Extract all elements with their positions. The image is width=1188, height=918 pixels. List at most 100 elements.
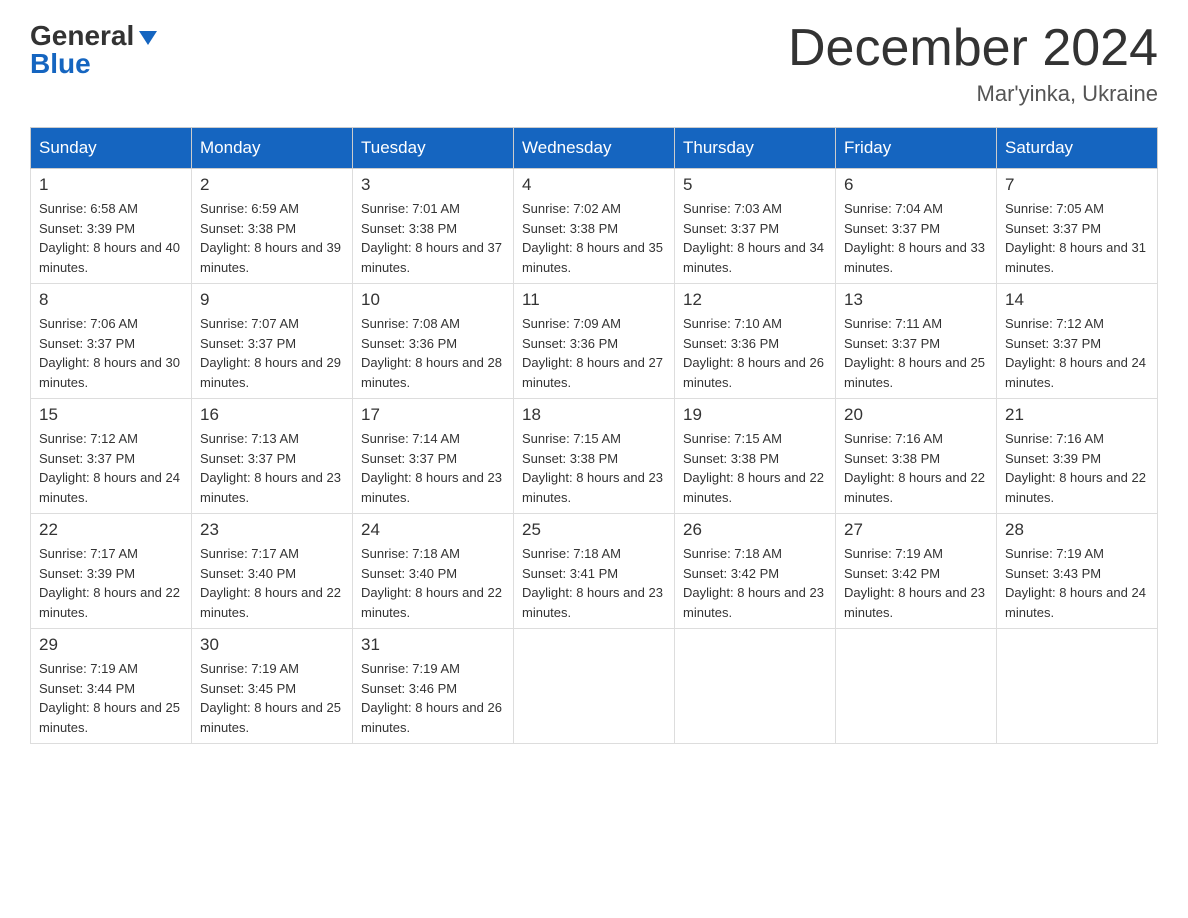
day-info: Sunrise: 7:01 AM Sunset: 3:38 PM Dayligh… [361, 199, 505, 277]
day-number: 7 [1005, 175, 1149, 195]
day-info: Sunrise: 7:19 AM Sunset: 3:42 PM Dayligh… [844, 544, 988, 622]
calendar-cell: 3 Sunrise: 7:01 AM Sunset: 3:38 PM Dayli… [353, 169, 514, 284]
day-number: 13 [844, 290, 988, 310]
day-info: Sunrise: 7:05 AM Sunset: 3:37 PM Dayligh… [1005, 199, 1149, 277]
day-info: Sunrise: 7:15 AM Sunset: 3:38 PM Dayligh… [683, 429, 827, 507]
calendar-cell: 2 Sunrise: 6:59 AM Sunset: 3:38 PM Dayli… [192, 169, 353, 284]
calendar-cell: 16 Sunrise: 7:13 AM Sunset: 3:37 PM Dayl… [192, 399, 353, 514]
calendar-cell: 30 Sunrise: 7:19 AM Sunset: 3:45 PM Dayl… [192, 629, 353, 744]
day-number: 24 [361, 520, 505, 540]
calendar-cell: 6 Sunrise: 7:04 AM Sunset: 3:37 PM Dayli… [836, 169, 997, 284]
day-info: Sunrise: 7:04 AM Sunset: 3:37 PM Dayligh… [844, 199, 988, 277]
day-info: Sunrise: 7:16 AM Sunset: 3:38 PM Dayligh… [844, 429, 988, 507]
day-info: Sunrise: 7:06 AM Sunset: 3:37 PM Dayligh… [39, 314, 183, 392]
day-info: Sunrise: 6:58 AM Sunset: 3:39 PM Dayligh… [39, 199, 183, 277]
day-number: 22 [39, 520, 183, 540]
col-sunday: Sunday [31, 128, 192, 169]
calendar-cell: 29 Sunrise: 7:19 AM Sunset: 3:44 PM Dayl… [31, 629, 192, 744]
logo-triangle-icon [139, 31, 157, 45]
day-number: 25 [522, 520, 666, 540]
col-saturday: Saturday [997, 128, 1158, 169]
day-info: Sunrise: 6:59 AM Sunset: 3:38 PM Dayligh… [200, 199, 344, 277]
calendar-cell: 5 Sunrise: 7:03 AM Sunset: 3:37 PM Dayli… [675, 169, 836, 284]
day-info: Sunrise: 7:12 AM Sunset: 3:37 PM Dayligh… [39, 429, 183, 507]
day-number: 1 [39, 175, 183, 195]
day-number: 28 [1005, 520, 1149, 540]
calendar-cell [514, 629, 675, 744]
title-section: December 2024 Mar'yinka, Ukraine [788, 20, 1158, 107]
day-number: 16 [200, 405, 344, 425]
day-number: 3 [361, 175, 505, 195]
calendar-cell: 8 Sunrise: 7:06 AM Sunset: 3:37 PM Dayli… [31, 284, 192, 399]
day-info: Sunrise: 7:18 AM Sunset: 3:40 PM Dayligh… [361, 544, 505, 622]
col-monday: Monday [192, 128, 353, 169]
day-number: 5 [683, 175, 827, 195]
day-number: 19 [683, 405, 827, 425]
calendar-table: Sunday Monday Tuesday Wednesday Thursday… [30, 127, 1158, 744]
day-number: 31 [361, 635, 505, 655]
day-number: 26 [683, 520, 827, 540]
day-info: Sunrise: 7:18 AM Sunset: 3:42 PM Dayligh… [683, 544, 827, 622]
day-number: 6 [844, 175, 988, 195]
day-info: Sunrise: 7:03 AM Sunset: 3:37 PM Dayligh… [683, 199, 827, 277]
day-number: 4 [522, 175, 666, 195]
calendar-week-2: 8 Sunrise: 7:06 AM Sunset: 3:37 PM Dayli… [31, 284, 1158, 399]
day-info: Sunrise: 7:13 AM Sunset: 3:37 PM Dayligh… [200, 429, 344, 507]
calendar-week-5: 29 Sunrise: 7:19 AM Sunset: 3:44 PM Dayl… [31, 629, 1158, 744]
day-info: Sunrise: 7:16 AM Sunset: 3:39 PM Dayligh… [1005, 429, 1149, 507]
month-year-title: December 2024 [788, 20, 1158, 77]
day-info: Sunrise: 7:18 AM Sunset: 3:41 PM Dayligh… [522, 544, 666, 622]
calendar-cell: 18 Sunrise: 7:15 AM Sunset: 3:38 PM Dayl… [514, 399, 675, 514]
page-header: General Blue December 2024 Mar'yinka, Uk… [30, 20, 1158, 107]
calendar-cell: 10 Sunrise: 7:08 AM Sunset: 3:36 PM Dayl… [353, 284, 514, 399]
calendar-week-3: 15 Sunrise: 7:12 AM Sunset: 3:37 PM Dayl… [31, 399, 1158, 514]
calendar-cell: 14 Sunrise: 7:12 AM Sunset: 3:37 PM Dayl… [997, 284, 1158, 399]
calendar-cell: 15 Sunrise: 7:12 AM Sunset: 3:37 PM Dayl… [31, 399, 192, 514]
day-info: Sunrise: 7:07 AM Sunset: 3:37 PM Dayligh… [200, 314, 344, 392]
day-number: 18 [522, 405, 666, 425]
calendar-cell: 26 Sunrise: 7:18 AM Sunset: 3:42 PM Dayl… [675, 514, 836, 629]
calendar-cell: 17 Sunrise: 7:14 AM Sunset: 3:37 PM Dayl… [353, 399, 514, 514]
day-number: 27 [844, 520, 988, 540]
calendar-cell [836, 629, 997, 744]
col-wednesday: Wednesday [514, 128, 675, 169]
calendar-cell: 22 Sunrise: 7:17 AM Sunset: 3:39 PM Dayl… [31, 514, 192, 629]
day-number: 17 [361, 405, 505, 425]
logo-blue-text: Blue [30, 48, 91, 80]
calendar-cell: 27 Sunrise: 7:19 AM Sunset: 3:42 PM Dayl… [836, 514, 997, 629]
location-subtitle: Mar'yinka, Ukraine [788, 81, 1158, 107]
calendar-cell: 21 Sunrise: 7:16 AM Sunset: 3:39 PM Dayl… [997, 399, 1158, 514]
day-number: 10 [361, 290, 505, 310]
calendar-cell: 23 Sunrise: 7:17 AM Sunset: 3:40 PM Dayl… [192, 514, 353, 629]
calendar-cell: 12 Sunrise: 7:10 AM Sunset: 3:36 PM Dayl… [675, 284, 836, 399]
calendar-cell: 19 Sunrise: 7:15 AM Sunset: 3:38 PM Dayl… [675, 399, 836, 514]
calendar-cell [997, 629, 1158, 744]
day-info: Sunrise: 7:19 AM Sunset: 3:45 PM Dayligh… [200, 659, 344, 737]
day-info: Sunrise: 7:17 AM Sunset: 3:40 PM Dayligh… [200, 544, 344, 622]
day-number: 15 [39, 405, 183, 425]
day-number: 14 [1005, 290, 1149, 310]
calendar-header-row: Sunday Monday Tuesday Wednesday Thursday… [31, 128, 1158, 169]
calendar-cell: 24 Sunrise: 7:18 AM Sunset: 3:40 PM Dayl… [353, 514, 514, 629]
day-info: Sunrise: 7:02 AM Sunset: 3:38 PM Dayligh… [522, 199, 666, 277]
logo: General Blue [30, 20, 157, 80]
calendar-cell: 20 Sunrise: 7:16 AM Sunset: 3:38 PM Dayl… [836, 399, 997, 514]
calendar-cell: 7 Sunrise: 7:05 AM Sunset: 3:37 PM Dayli… [997, 169, 1158, 284]
day-info: Sunrise: 7:12 AM Sunset: 3:37 PM Dayligh… [1005, 314, 1149, 392]
day-info: Sunrise: 7:09 AM Sunset: 3:36 PM Dayligh… [522, 314, 666, 392]
calendar-week-1: 1 Sunrise: 6:58 AM Sunset: 3:39 PM Dayli… [31, 169, 1158, 284]
day-number: 11 [522, 290, 666, 310]
day-info: Sunrise: 7:14 AM Sunset: 3:37 PM Dayligh… [361, 429, 505, 507]
calendar-cell: 1 Sunrise: 6:58 AM Sunset: 3:39 PM Dayli… [31, 169, 192, 284]
day-number: 2 [200, 175, 344, 195]
calendar-cell [675, 629, 836, 744]
day-info: Sunrise: 7:19 AM Sunset: 3:46 PM Dayligh… [361, 659, 505, 737]
day-info: Sunrise: 7:15 AM Sunset: 3:38 PM Dayligh… [522, 429, 666, 507]
day-number: 9 [200, 290, 344, 310]
day-number: 8 [39, 290, 183, 310]
calendar-cell: 28 Sunrise: 7:19 AM Sunset: 3:43 PM Dayl… [997, 514, 1158, 629]
day-info: Sunrise: 7:11 AM Sunset: 3:37 PM Dayligh… [844, 314, 988, 392]
day-number: 23 [200, 520, 344, 540]
day-info: Sunrise: 7:19 AM Sunset: 3:43 PM Dayligh… [1005, 544, 1149, 622]
day-info: Sunrise: 7:17 AM Sunset: 3:39 PM Dayligh… [39, 544, 183, 622]
